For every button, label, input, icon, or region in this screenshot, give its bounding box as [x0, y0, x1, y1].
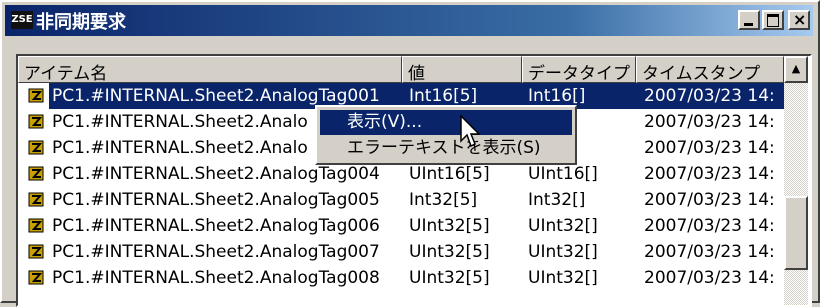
menu-item-show[interactable]: 表示(V)...	[320, 110, 572, 135]
table-row[interactable]: PC1.#INTERNAL.Sheet2.AnalogTag005 Int32[5…	[18, 187, 784, 213]
cell-data-type: UInt32[]	[528, 268, 598, 288]
mouse-pointer-icon	[460, 115, 481, 148]
cell-item-name: PC1.#INTERNAL.Sheet2.AnalogTag001	[52, 86, 380, 106]
cell-data-type: Int32[]	[528, 190, 586, 210]
table-row[interactable]: PC1.#INTERNAL.Sheet2.AnalogTag006 UInt32[…	[18, 213, 784, 239]
minimize-button[interactable]	[738, 10, 760, 30]
cell-item-name: PC1.#INTERNAL.Sheet2.AnalogTag007	[52, 242, 380, 262]
cell-value: UInt32[5]	[409, 216, 490, 236]
cell-timestamp: 2007/03/23 14:	[644, 138, 775, 158]
tag-icon	[28, 140, 44, 155]
cell-item-name: PC1.#INTERNAL.Sheet2.AnalogTag004	[52, 164, 380, 184]
cell-timestamp: 2007/03/23 14:	[644, 112, 775, 132]
cell-value: Int16[5]	[409, 86, 478, 106]
cell-timestamp: 2007/03/23 14:	[644, 86, 775, 106]
cell-timestamp: 2007/03/23 14:	[644, 242, 775, 262]
window-title: 非同期要求	[36, 12, 126, 33]
cell-data-type: UInt16[]	[528, 164, 598, 184]
tag-icon	[28, 218, 44, 233]
column-header-timestamp[interactable]: タイムスタンプ	[636, 56, 784, 83]
title-bar[interactable]: ZSE 非同期要求 ×	[5, 5, 813, 36]
cell-value: UInt32[5]	[409, 268, 490, 288]
cell-data-type: UInt32[]	[528, 242, 598, 262]
menu-item-show-error-text[interactable]: エラーテキストを表示(S)	[320, 136, 572, 161]
scroll-up-button[interactable]: ▲	[784, 56, 808, 83]
cell-timestamp: 2007/03/23 14:	[644, 268, 775, 288]
cell-timestamp: 2007/03/23 14:	[644, 216, 775, 236]
table-row[interactable]: PC1.#INTERNAL.Sheet2.AnalogTag007 UInt32[…	[18, 239, 784, 265]
cell-value: UInt32[5]	[409, 242, 490, 262]
scrollbar-thumb[interactable]	[784, 196, 808, 270]
column-header-data-type[interactable]: データタイプ	[522, 56, 636, 83]
table-row[interactable]: PC1.#INTERNAL.Sheet2.AnalogTag008 UInt32[…	[18, 265, 784, 291]
tag-icon	[28, 192, 44, 207]
tag-icon	[28, 114, 44, 129]
close-icon: ×	[793, 10, 807, 29]
tag-icon	[28, 88, 44, 103]
cell-value: UInt16[5]	[409, 164, 490, 184]
cell-value: Int32[5]	[409, 190, 478, 210]
async-request-window: ZSE 非同期要求 × アイテム名 値 データタイプ タイムスタンプ ▲ PC1…	[0, 0, 820, 307]
minimize-icon	[744, 23, 753, 26]
cell-data-type: UInt32[]	[528, 216, 598, 236]
cell-data-type: Int16[]	[528, 86, 586, 106]
maximize-icon	[767, 14, 779, 27]
cell-item-name: PC1.#INTERNAL.Sheet2.AnalogTag006	[52, 216, 380, 236]
column-header-value[interactable]: 値	[402, 56, 522, 83]
list-header: アイテム名 値 データタイプ タイムスタンプ	[18, 56, 810, 83]
cell-timestamp: 2007/03/23 14:	[644, 164, 775, 184]
column-header-item-name[interactable]: アイテム名	[18, 56, 402, 83]
app-icon: ZSE	[11, 11, 33, 29]
vertical-scrollbar[interactable]	[784, 83, 808, 305]
tag-icon	[28, 244, 44, 259]
cell-item-name: PC1.#INTERNAL.Sheet2.AnalogTag008	[52, 268, 380, 288]
tag-icon	[28, 270, 44, 285]
tag-icon	[28, 166, 44, 181]
close-button[interactable]: ×	[788, 10, 810, 30]
maximize-button[interactable]	[762, 10, 784, 30]
scroll-up-icon: ▲	[791, 62, 801, 75]
context-menu: 表示(V)... エラーテキストを表示(S)	[315, 105, 577, 165]
cell-item-name: PC1.#INTERNAL.Sheet2.AnalogTag005	[52, 190, 380, 210]
item-list-view[interactable]: アイテム名 値 データタイプ タイムスタンプ ▲ PC1.#INTERNAL.S…	[16, 54, 812, 307]
cell-timestamp: 2007/03/23 14:	[644, 190, 775, 210]
